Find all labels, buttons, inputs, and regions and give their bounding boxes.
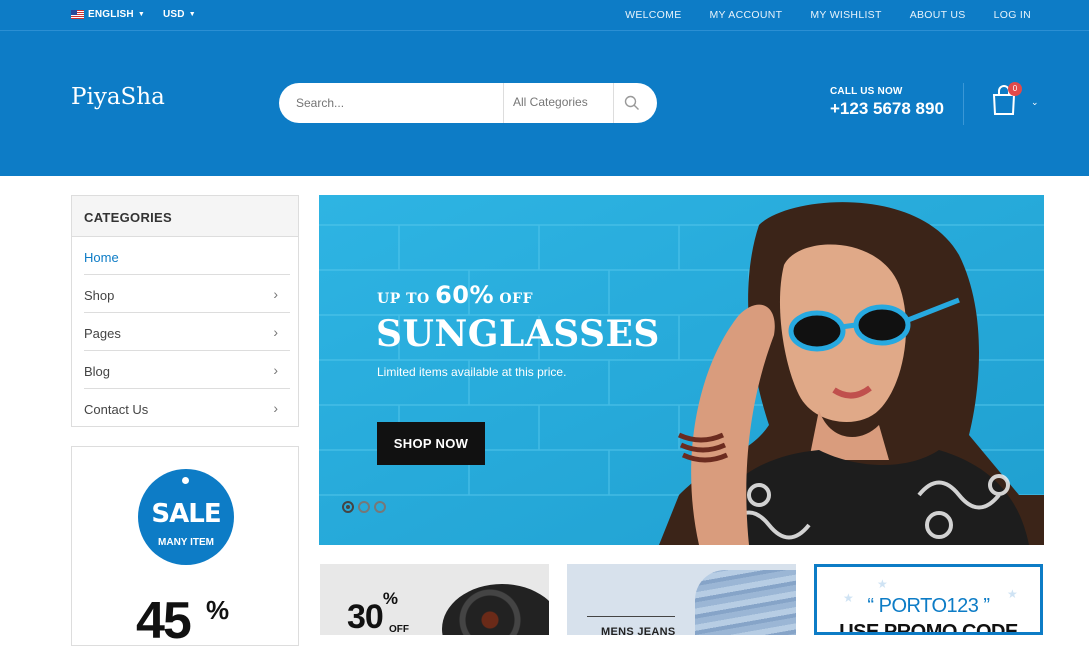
sale-percent: 45 % bbox=[136, 591, 229, 646]
search-divider bbox=[503, 83, 504, 123]
search-icon[interactable] bbox=[624, 95, 640, 111]
slider-dots bbox=[342, 501, 386, 513]
banner-title: SUNGLASSES bbox=[376, 313, 660, 355]
language-selector[interactable]: ENGLISH ▼ bbox=[71, 9, 145, 20]
camera-lens-image bbox=[442, 584, 549, 635]
search-divider bbox=[613, 83, 614, 123]
promo-jeans-label: MENS JEANS bbox=[601, 626, 676, 635]
slider-dot-2[interactable] bbox=[358, 501, 370, 513]
category-pages[interactable]: Pages › bbox=[84, 313, 290, 351]
promo-lens[interactable]: 30% OFF bbox=[320, 564, 549, 635]
phone-number[interactable]: +123 5678 890 bbox=[830, 99, 944, 119]
log-in-link[interactable]: LOG IN bbox=[994, 9, 1031, 21]
categories-panel: CATEGORIES Home Shop › Pages › Blog › Conta… bbox=[71, 195, 299, 427]
promo-jeans[interactable]: MENS JEANS bbox=[567, 564, 796, 635]
banner-kicker-prefix: UP TO bbox=[377, 291, 436, 307]
category-shop[interactable]: Shop › bbox=[84, 275, 290, 313]
caret-down-icon: ▼ bbox=[188, 11, 196, 18]
promo-divider bbox=[587, 616, 675, 617]
language-label: ENGLISH bbox=[88, 9, 134, 20]
category-select[interactable]: All Categories bbox=[513, 95, 588, 109]
category-label: Pages bbox=[84, 326, 121, 341]
promo-code[interactable]: ★ ★ ★ “ PORTO123 ” USE PROMO CODE bbox=[814, 564, 1043, 635]
chevron-right-icon: › bbox=[273, 286, 278, 302]
call-us: CALL US NOW +123 5678 890 bbox=[830, 86, 944, 119]
category-label: Contact Us bbox=[84, 402, 149, 417]
header-divider bbox=[963, 83, 964, 125]
promo-off-label: OFF bbox=[389, 624, 409, 635]
about-us-link[interactable]: ABOUT US bbox=[910, 9, 966, 21]
currency-selector[interactable]: USD ▼ bbox=[163, 9, 196, 20]
sale-percent-sign: % bbox=[206, 595, 229, 625]
star-icon: ★ bbox=[877, 577, 888, 591]
top-bar: ENGLISH ▼ USD ▼ WELCOME MY ACCOUNT MY WI… bbox=[0, 0, 1089, 31]
shop-now-button[interactable]: SHOP NOW bbox=[377, 422, 485, 465]
banner-kicker-suffix: OFF bbox=[494, 291, 534, 307]
category-label: Shop bbox=[84, 288, 115, 303]
chevron-right-icon: › bbox=[273, 400, 278, 416]
welcome-link[interactable]: WELCOME bbox=[625, 9, 681, 21]
slider-dot-1[interactable] bbox=[342, 501, 354, 513]
banner-subtitle: Limited items available at this price. bbox=[377, 365, 567, 379]
promo-code-label: USE PROMO CODE bbox=[839, 621, 1018, 635]
category-label: Blog bbox=[84, 364, 111, 379]
promo-percent-value: 30 bbox=[347, 598, 384, 635]
category-home[interactable]: Home bbox=[84, 237, 290, 275]
promo-percent-sign: % bbox=[382, 588, 398, 608]
promo-code-value: “ PORTO123 ” bbox=[867, 595, 990, 617]
search-bar: All Categories bbox=[279, 83, 657, 123]
category-blog[interactable]: Blog › bbox=[84, 351, 290, 389]
banner-kicker: UP TO 60% OFF bbox=[377, 281, 533, 309]
chevron-down-icon[interactable]: ⌄ bbox=[1031, 97, 1039, 108]
jeans-image bbox=[695, 570, 796, 635]
sale-widget[interactable]: SALE MANY ITEM 45 % bbox=[71, 446, 299, 646]
chevron-right-icon: › bbox=[273, 324, 278, 340]
chevron-right-icon: › bbox=[273, 362, 278, 378]
category-contact-us[interactable]: Contact Us › bbox=[84, 389, 290, 427]
sale-badge: SALE MANY ITEM bbox=[138, 469, 234, 565]
my-account-link[interactable]: MY ACCOUNT bbox=[710, 9, 783, 21]
currency-label: USD bbox=[163, 9, 185, 20]
banner-discount: 60% bbox=[435, 281, 495, 309]
call-label: CALL US NOW bbox=[830, 86, 903, 97]
tag-hole-icon bbox=[182, 477, 189, 484]
caret-down-icon: ▼ bbox=[137, 11, 145, 18]
sale-title: SALE bbox=[151, 499, 221, 529]
categories-title: CATEGORIES bbox=[72, 196, 298, 237]
my-wishlist-link[interactable]: MY WISHLIST bbox=[810, 9, 881, 21]
site-logo[interactable]: PiyaSha bbox=[71, 84, 165, 110]
us-flag-icon bbox=[71, 10, 84, 19]
cart-button[interactable]: 0 bbox=[991, 82, 1022, 118]
search-input[interactable] bbox=[296, 96, 496, 110]
hero-banner: UP TO 60% OFF SUNGLASSES Limited items a… bbox=[319, 195, 1044, 545]
cart-count-badge: 0 bbox=[1008, 82, 1022, 96]
sale-percent-value: 45 bbox=[136, 592, 192, 646]
sale-subtitle: MANY ITEM bbox=[158, 537, 214, 548]
category-label: Home bbox=[84, 250, 119, 265]
site-header: PiyaSha All Categories CALL US NOW +123 … bbox=[0, 31, 1089, 176]
slider-dot-3[interactable] bbox=[374, 501, 386, 513]
